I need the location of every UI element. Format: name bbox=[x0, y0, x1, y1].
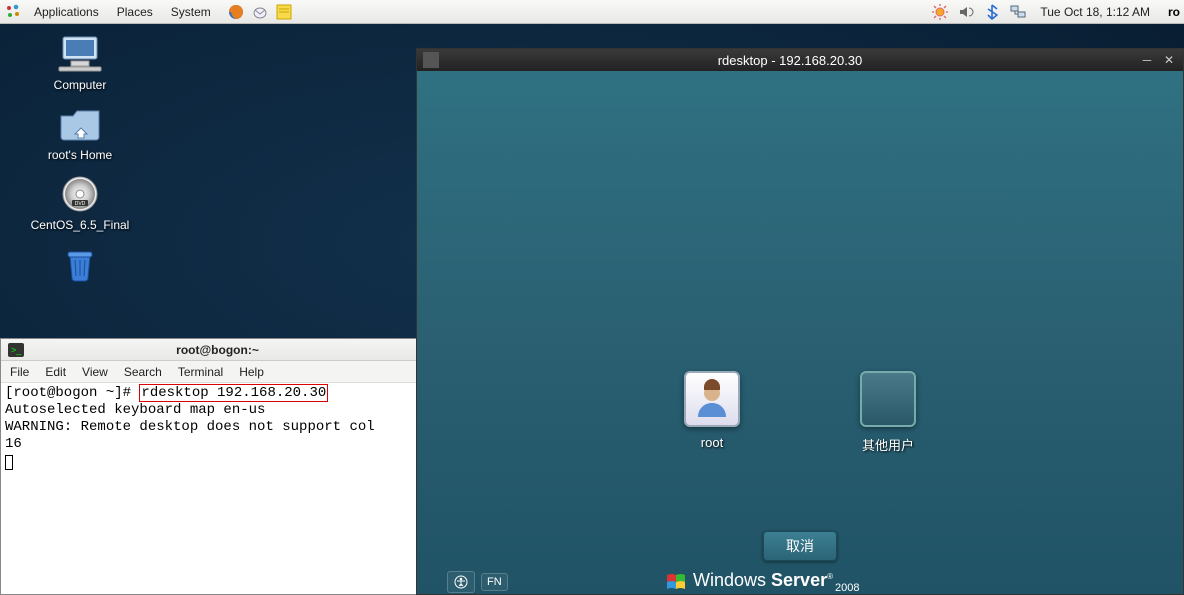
windows-server-branding: Windows Server®2008 bbox=[665, 570, 859, 594]
terminal-prompt: [root@bogon ~]# bbox=[5, 385, 139, 401]
user-tile-root[interactable]: root bbox=[684, 371, 740, 454]
top-panel: Applications Places System Tue Oct 18, 1… bbox=[0, 0, 1184, 24]
user-avatar-icon bbox=[684, 371, 740, 427]
terminal-body[interactable]: [root@bogon ~]# rdesktop 192.168.20.30 A… bbox=[1, 383, 416, 594]
login-tiles: root 其他用户 bbox=[417, 371, 1183, 454]
gnome-foot-icon[interactable] bbox=[4, 3, 22, 21]
term-menu-help[interactable]: Help bbox=[236, 363, 267, 381]
menu-applications[interactable]: Applications bbox=[28, 3, 105, 21]
terminal-window: >_ root@bogon:~ File Edit View Search Te… bbox=[0, 338, 416, 595]
desktop-icon-label: Computer bbox=[54, 78, 107, 92]
user-indicator[interactable]: ro bbox=[1162, 5, 1180, 19]
term-menu-view[interactable]: View bbox=[79, 363, 111, 381]
system-tray: Tue Oct 18, 1:12 AM ro bbox=[930, 2, 1180, 22]
term-menu-search[interactable]: Search bbox=[121, 363, 165, 381]
sun-icon[interactable] bbox=[930, 2, 950, 22]
computer-icon bbox=[56, 34, 104, 74]
language-button[interactable]: FN bbox=[481, 573, 508, 591]
term-menu-edit[interactable]: Edit bbox=[42, 363, 69, 381]
rdesktop-app-icon bbox=[423, 52, 439, 68]
rdesktop-title: rdesktop - 192.168.20.30 bbox=[447, 53, 1133, 68]
rdesktop-body: root 其他用户 取消 FN Windows Server®2008 bbox=[417, 71, 1183, 594]
terminal-command: rdesktop 192.168.20.30 bbox=[139, 384, 328, 402]
terminal-cursor bbox=[5, 455, 13, 470]
desktop-icon-trash[interactable] bbox=[20, 244, 140, 284]
menu-system[interactable]: System bbox=[165, 3, 217, 21]
desktop-icons: Computer root's Home DVD CentOS_6.5_Fina… bbox=[20, 34, 140, 284]
cancel-button[interactable]: 取消 bbox=[763, 531, 837, 561]
user-tile-label: root bbox=[701, 435, 723, 450]
desktop-icon-centos[interactable]: DVD CentOS_6.5_Final bbox=[20, 174, 140, 232]
terminal-output-line: WARNING: Remote desktop does not support… bbox=[5, 419, 375, 435]
term-menu-file[interactable]: File bbox=[7, 363, 32, 381]
desktop-icon-home[interactable]: root's Home bbox=[20, 104, 140, 162]
menu-places[interactable]: Places bbox=[111, 3, 159, 21]
folder-home-icon bbox=[56, 104, 104, 144]
desktop-icon-label: CentOS_6.5_Final bbox=[31, 218, 130, 232]
evolution-icon[interactable] bbox=[251, 3, 269, 21]
ease-of-access-button[interactable] bbox=[447, 571, 475, 593]
user-tile-label: 其他用户 bbox=[862, 435, 914, 454]
desktop-area: Computer root's Home DVD CentOS_6.5_Fina… bbox=[0, 24, 1184, 571]
branding-text: Windows Server®2008 bbox=[693, 570, 859, 594]
volume-icon[interactable] bbox=[956, 2, 976, 22]
trash-icon bbox=[56, 244, 104, 284]
clock[interactable]: Tue Oct 18, 1:12 AM bbox=[1034, 5, 1156, 19]
other-user-icon bbox=[860, 371, 916, 427]
close-button[interactable]: ✕ bbox=[1161, 52, 1177, 68]
terminal-output-line: 16 bbox=[5, 436, 22, 452]
user-tile-other[interactable]: 其他用户 bbox=[860, 371, 916, 454]
rdesktop-titlebar[interactable]: rdesktop - 192.168.20.30 ─ ✕ bbox=[417, 49, 1183, 71]
note-icon[interactable] bbox=[275, 3, 293, 21]
term-menu-terminal[interactable]: Terminal bbox=[175, 363, 226, 381]
svg-text:>_: >_ bbox=[11, 345, 22, 355]
desktop-icon-label: root's Home bbox=[48, 148, 112, 162]
firefox-icon[interactable] bbox=[227, 3, 245, 21]
desktop-icon-computer[interactable]: Computer bbox=[20, 34, 140, 92]
terminal-output-line: Autoselected keyboard map en-us bbox=[5, 402, 265, 418]
bottom-widgets: FN bbox=[447, 571, 508, 593]
svg-text:DVD: DVD bbox=[75, 201, 86, 207]
rdesktop-window: rdesktop - 192.168.20.30 ─ ✕ root 其他用户 取… bbox=[416, 48, 1184, 595]
minimize-button[interactable]: ─ bbox=[1139, 52, 1155, 68]
windows-flag-icon bbox=[665, 571, 687, 593]
dvd-icon: DVD bbox=[56, 174, 104, 214]
terminal-titlebar[interactable]: >_ root@bogon:~ bbox=[1, 339, 416, 361]
terminal-menubar: File Edit View Search Terminal Help bbox=[1, 361, 416, 383]
network-icon[interactable] bbox=[1008, 2, 1028, 22]
bluetooth-icon[interactable] bbox=[982, 2, 1002, 22]
terminal-title: root@bogon:~ bbox=[176, 343, 259, 357]
terminal-icon: >_ bbox=[7, 341, 25, 359]
